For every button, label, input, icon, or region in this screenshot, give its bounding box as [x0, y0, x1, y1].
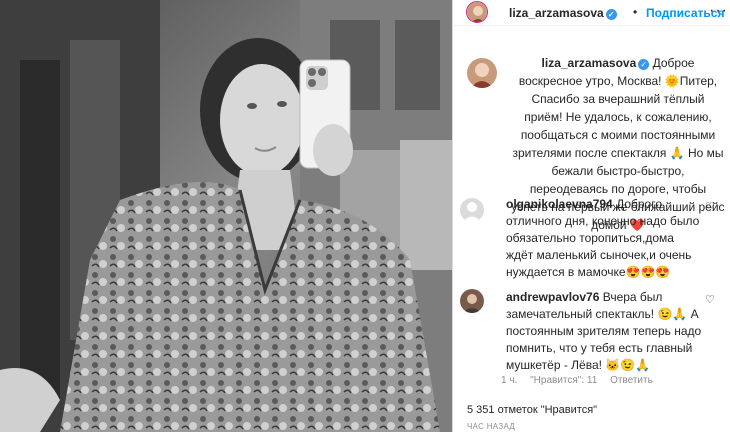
verified-badge-icon: ✓	[605, 9, 617, 20]
author-avatar[interactable]	[466, 1, 488, 23]
post-panel: liza_arzamasova ✓ • Подписаться ··· liza_…	[452, 0, 730, 432]
comment-meta: 1 ч. "Нравится": 11 Ответить	[501, 375, 663, 386]
avatar-image	[467, 58, 497, 88]
heart-outline-icon[interactable]: ♡	[705, 200, 715, 213]
post-time[interactable]: ЧАС НАЗАД	[467, 422, 515, 431]
header-separator: •	[633, 5, 638, 19]
verified-badge-icon: ✓	[638, 59, 650, 70]
comment-likes[interactable]: "Нравится": 11	[530, 375, 597, 386]
author-username-text[interactable]: liza_arzamasova	[509, 6, 604, 20]
author-username[interactable]: liza_arzamasova ✓	[509, 6, 617, 20]
avatar-image	[467, 2, 487, 22]
caption-username[interactable]: liza_arzamasova	[542, 56, 637, 70]
more-options-icon[interactable]: ···	[709, 2, 728, 20]
commenter-avatar[interactable]	[460, 289, 484, 313]
commenter-username[interactable]: olganikolaevna794	[506, 197, 613, 211]
commenter-username[interactable]: andrewpavlov76	[506, 290, 599, 304]
post-photo-image	[0, 0, 452, 432]
reply-button[interactable]: Ответить	[610, 375, 653, 386]
likes-count[interactable]: 5 351 отметок "Нравится"	[467, 404, 597, 416]
post-photo[interactable]	[0, 0, 452, 432]
avatar-image	[460, 289, 484, 313]
comment-text-block: andrewpavlov76 Вчера был замечательный с…	[506, 289, 702, 374]
caption-author-avatar[interactable]	[467, 58, 497, 88]
commenter-avatar[interactable]	[460, 198, 484, 222]
post-header: liza_arzamasova ✓ • Подписаться ···	[453, 0, 730, 26]
default-avatar-icon	[460, 198, 484, 222]
comment-text-block: olganikolaevna794 Доброго отличного дня,…	[506, 196, 702, 281]
heart-outline-icon[interactable]: ♡	[705, 293, 715, 306]
comment-time[interactable]: 1 ч.	[501, 375, 517, 386]
